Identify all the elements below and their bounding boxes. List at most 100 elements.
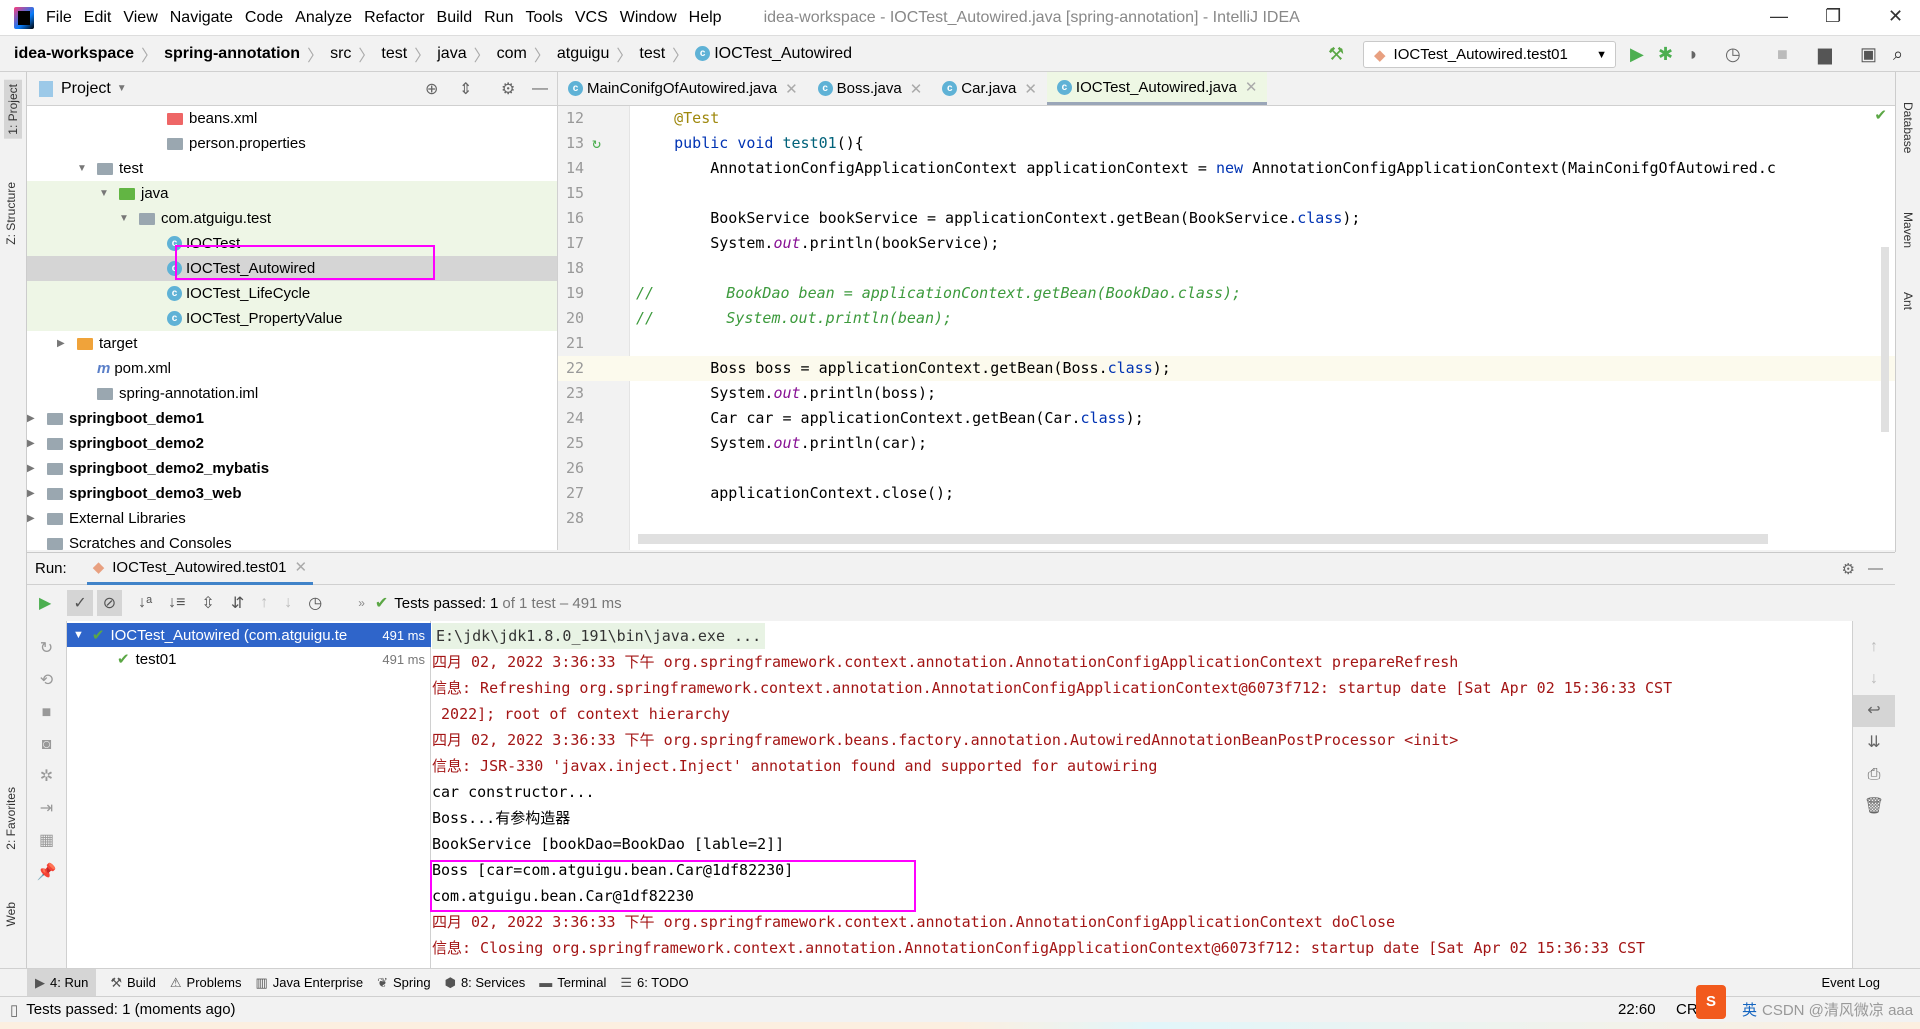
code-line[interactable]: 14 AnnotationConfigApplicationContext ap… [558,156,1895,181]
restore-button[interactable]: ❐ [1825,6,1841,27]
tree-item[interactable]: m pom.xml [27,356,557,381]
web-tool-button[interactable]: Web [4,902,18,926]
sort-duration-icon[interactable]: ↓≡ [168,594,185,612]
code-line[interactable]: 15 [558,181,1895,206]
close-tab-icon[interactable]: ✕ [1245,78,1258,96]
menu-build[interactable]: Build [437,9,473,27]
tree-item[interactable]: c IOCTest_PropertyValue [27,306,557,331]
gear-icon[interactable]: ⚙ [1842,560,1855,578]
expand-arrow-icon[interactable]: ▼ [119,213,133,224]
run-tab[interactable]: ◆ IOCTest_Autowired.test01 ✕ [86,553,314,585]
code-line[interactable]: 18 [558,256,1895,281]
tree-item[interactable]: ▼ com.atguigu.test [27,206,557,231]
export-icon[interactable]: ⇥ [27,793,66,825]
soft-wrap-icon[interactable]: ↩ [1853,695,1895,727]
search-icon[interactable]: ⌕ [1893,44,1903,65]
tab-mainconifgofautowired-java[interactable]: c MainConifgOfAutowired.java ✕ [558,72,808,105]
close-tab-icon[interactable]: ✕ [785,80,798,98]
project-tool-button[interactable]: 1: Project [4,80,22,139]
menu-code[interactable]: Code [245,9,283,27]
project-view-select[interactable]: Project [61,80,111,98]
down-icon[interactable]: ↓ [1853,663,1895,695]
gear-icon[interactable]: ⚙ [501,79,515,99]
hide-icon[interactable]: — [1868,560,1883,577]
tool-spring[interactable]: ❦ Spring [377,975,430,991]
breadcrumb-item[interactable]: c IOCTest_Autowired [695,45,852,63]
coverage-icon[interactable]: ◗ [1688,44,1699,65]
test-tree-case[interactable]: ✔ test01 491 ms [67,647,431,671]
tab-boss-java[interactable]: c Boss.java ✕ [808,72,933,105]
code-line[interactable]: 22 Boss boss = applicationContext.getBea… [558,356,1895,381]
close-tab-icon[interactable]: ✕ [910,80,923,98]
code-line[interactable]: 12 @Test [558,106,1895,131]
expand-arrow-icon[interactable]: ▶ [27,438,41,449]
tree-item[interactable]: ▶ target [27,331,557,356]
expand-arrow-icon[interactable]: ▶ [27,463,41,474]
more-icon[interactable]: » [358,596,365,610]
expand-arrow-icon[interactable]: ▶ [57,338,71,349]
code-line[interactable]: 23 System.out.println(boss); [558,381,1895,406]
tree-item[interactable]: ▶ springboot_demo1 [27,406,557,431]
code-line[interactable]: 25 System.out.println(car); [558,431,1895,456]
structure-tool-button[interactable]: Z: Structure [4,182,18,245]
tree-item[interactable]: ▶ External Libraries [27,506,557,531]
breadcrumb-item[interactable]: idea-workspace [14,45,134,63]
expand-all-icon[interactable]: ⇳ [201,593,214,613]
tab-car-java[interactable]: c Car.java ✕ [932,72,1047,105]
show-passed-toggle[interactable]: ✓ [67,590,93,616]
presentation-icon[interactable]: ▣ [1860,44,1877,65]
tree-item[interactable]: ▼ test [27,156,557,181]
build-hammer-icon[interactable]: ⚒ [1328,44,1344,65]
tool-problems[interactable]: ⚠ Problems [170,975,242,991]
database-tool-button[interactable]: Database [1901,102,1915,153]
code-line[interactable]: 21 [558,331,1895,356]
breadcrumb-item[interactable]: spring-annotation [164,45,300,63]
tree-item[interactable]: ▶ springboot_demo2 [27,431,557,456]
menu-run[interactable]: Run [484,9,513,27]
menu-window[interactable]: Window [620,9,677,27]
vertical-scrollbar[interactable] [1881,247,1889,432]
favorites-tool-button[interactable]: 2: Favorites [4,787,18,850]
scroll-to-end-icon[interactable]: ⇊ [1853,727,1895,759]
minimize-button[interactable]: — [1770,6,1788,27]
code-line[interactable]: 27 applicationContext.close(); [558,481,1895,506]
menu-tools[interactable]: Tools [525,9,562,27]
rerun-icon[interactable]: ▶ [39,593,51,613]
expand-arrow-icon[interactable]: ▶ [27,513,41,524]
code-line[interactable]: 28 [558,506,1895,531]
stop-icon[interactable]: ■ [1777,44,1788,65]
code-line[interactable]: 13 ↻ public void test01(){ [558,131,1895,156]
close-tab-icon[interactable]: ✕ [295,558,308,576]
test-tree-suite[interactable]: ▼ ✔ IOCTest_Autowired (com.atguigu.te 49… [67,623,431,647]
cursor-position[interactable]: 22:60 [1618,1001,1656,1018]
code-line[interactable]: 24 Car car = applicationContext.getBean(… [558,406,1895,431]
toggle-auto-test-icon[interactable]: ⟲ [27,665,66,697]
show-ignored-toggle[interactable]: ⊘ [96,590,123,616]
menu-navigate[interactable]: Navigate [170,9,233,27]
breadcrumb-item[interactable]: test [381,45,407,63]
expand-arrow-icon[interactable]: ▶ [27,488,41,499]
run-configuration-select[interactable]: ◆ IOCTest_Autowired.test01 ▼ [1363,41,1616,68]
profile-icon[interactable]: ◷ [1725,44,1741,65]
up-icon[interactable]: ↑ [1853,631,1895,663]
debug-icon[interactable]: ✱ [1658,44,1673,65]
breadcrumb-item[interactable]: atguigu [557,45,610,63]
collapse-all-icon[interactable]: ⇕ [459,79,472,99]
tool-javaenterprise[interactable]: ▥ Java Enterprise [255,975,363,991]
print-icon[interactable]: ⎙ [1853,759,1895,791]
tool-todo[interactable]: ☰ 6: TODO [620,975,688,991]
screenshot-icon[interactable]: ◙ [27,729,66,761]
maven-tool-button[interactable]: Maven [1901,212,1915,248]
layout-icon[interactable]: ▦ [27,825,66,857]
tool-services[interactable]: ⬢ 8: Services [445,975,526,991]
stop-icon[interactable]: ■ [27,697,66,729]
expand-arrow-icon[interactable]: ▼ [77,163,91,174]
breadcrumb-item[interactable]: java [437,45,466,63]
tree-item[interactable]: ▼ java [27,181,557,206]
tool-run[interactable]: ▶ 4: Run [27,968,97,997]
breadcrumb-item[interactable]: test [639,45,665,63]
menu-view[interactable]: View [123,9,157,27]
tree-item[interactable]: ▶ springboot_demo3_web [27,481,557,506]
tree-item[interactable]: spring-annotation.iml [27,381,557,406]
sort-alpha-icon[interactable]: ↓ᵃ [138,594,152,612]
